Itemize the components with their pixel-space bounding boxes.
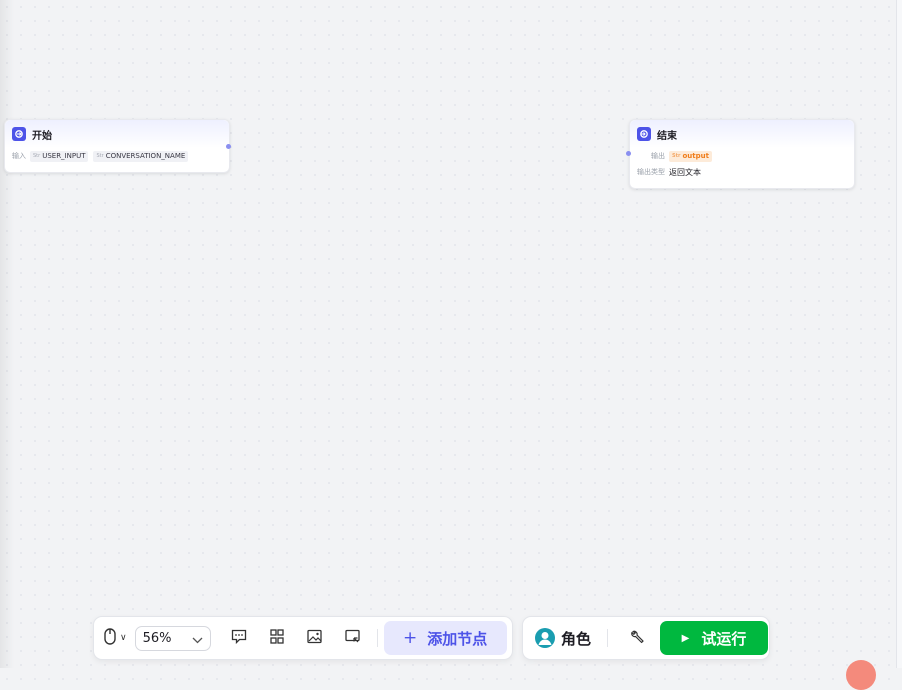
test-run-label: 试运行 bbox=[701, 629, 747, 648]
start-icon bbox=[12, 127, 26, 141]
start-node-output-port[interactable] bbox=[226, 144, 231, 149]
chevron-down-icon: ∨ bbox=[120, 633, 127, 643]
end-node-title: 结束 bbox=[657, 130, 677, 142]
image-export-icon bbox=[306, 629, 323, 648]
end-icon bbox=[637, 127, 651, 141]
minimap-icon bbox=[344, 629, 361, 648]
string-type-icon: Str bbox=[96, 153, 104, 159]
canvas-left-shade bbox=[0, 0, 14, 668]
input-variable-name: CONVERSATION_NAME bbox=[105, 152, 186, 160]
wrench-icon bbox=[630, 629, 645, 648]
zoom-value: 56% bbox=[142, 630, 172, 646]
start-node[interactable]: 开始 输入 Str USER_INPUT Str CONVERSATION_NAME bbox=[4, 119, 230, 173]
input-label: 输入 bbox=[12, 152, 26, 160]
minimap-button[interactable] bbox=[343, 628, 363, 648]
end-node-output-row: 输出 Str output bbox=[630, 148, 854, 164]
add-node-label: 添加节点 bbox=[427, 629, 488, 648]
output-label: 输出 bbox=[651, 152, 665, 160]
output-type-label: 输出类型 bbox=[637, 168, 665, 176]
end-node[interactable]: 结束 输出 Str output 输出类型 返回文本 bbox=[629, 119, 855, 189]
mouse-icon bbox=[104, 627, 116, 649]
interaction-mode-button[interactable]: ∨ bbox=[104, 627, 127, 649]
assistant-bubble[interactable] bbox=[846, 660, 876, 690]
input-variable-name: USER_INPUT bbox=[42, 152, 86, 160]
output-variable-tag: Str output bbox=[669, 150, 712, 162]
test-run-button[interactable]: ▶ 试运行 bbox=[660, 621, 769, 655]
role-label: 角色 bbox=[561, 629, 592, 648]
start-node-inputs: 输入 Str USER_INPUT Str CONVERSATION_NAME bbox=[5, 148, 229, 164]
auto-layout-button[interactable] bbox=[267, 628, 287, 648]
string-type-icon: Str bbox=[672, 153, 681, 159]
chevron-down-icon bbox=[192, 629, 203, 648]
output-variable-name: output bbox=[682, 152, 709, 160]
export-image-button[interactable] bbox=[305, 628, 325, 648]
avatar bbox=[535, 628, 555, 648]
layout-grid-icon bbox=[269, 628, 284, 648]
comment-button[interactable] bbox=[229, 628, 249, 648]
start-node-title: 开始 bbox=[32, 130, 52, 142]
zoom-select[interactable]: 56% bbox=[134, 625, 211, 651]
end-node-output-type-row: 输出类型 返回文本 bbox=[630, 164, 854, 180]
toolbar-divider bbox=[376, 629, 378, 647]
string-type-icon: Str bbox=[33, 153, 41, 159]
add-node-button[interactable]: + 添加节点 bbox=[383, 621, 507, 655]
start-node-header: 开始 bbox=[5, 120, 229, 148]
end-node-input-port[interactable] bbox=[626, 151, 631, 156]
toolbar-divider bbox=[607, 629, 609, 647]
end-node-header: 结束 bbox=[630, 120, 854, 148]
input-variable-tag: Str USER_INPUT bbox=[30, 150, 89, 162]
settings-button[interactable] bbox=[628, 629, 646, 647]
run-toolbar: 角色 ▶ 试运行 bbox=[522, 616, 770, 660]
input-variable-tag: Str CONVERSATION_NAME bbox=[93, 150, 189, 162]
role-button[interactable]: 角色 bbox=[535, 628, 591, 649]
canvas-toolbar: ∨ 56% + 添加节点 bbox=[93, 616, 513, 660]
output-type-value: 返回文本 bbox=[669, 167, 701, 177]
play-icon: ▶ bbox=[681, 632, 690, 644]
canvas-right-edge bbox=[896, 0, 902, 668]
comment-icon bbox=[231, 629, 247, 648]
plus-icon: + bbox=[402, 628, 418, 648]
